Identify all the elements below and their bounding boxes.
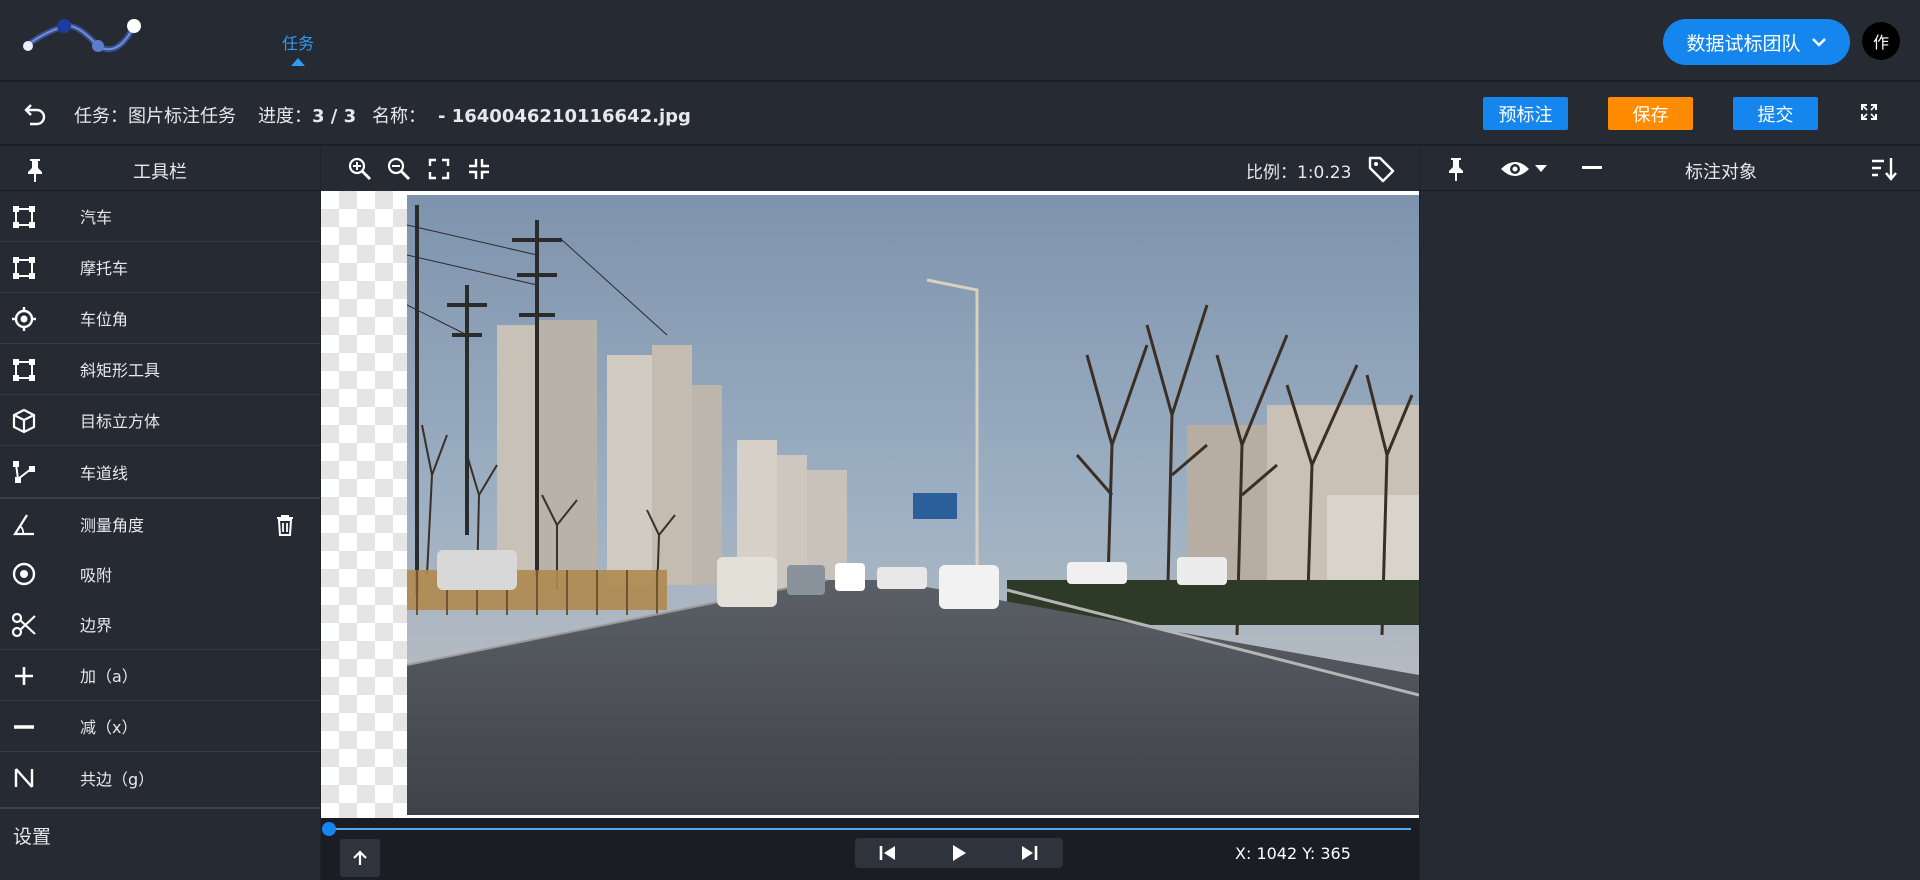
minus-icon (14, 725, 34, 729)
logo (23, 19, 141, 53)
tag-icon[interactable] (1366, 154, 1396, 184)
scroll-up-button[interactable] (340, 839, 380, 877)
task-info: 任务：图片标注任务 (74, 102, 236, 128)
annotation-objects-panel: 标注对象 (1420, 146, 1920, 880)
bounding-box-icon (13, 257, 35, 279)
plus-icon (15, 667, 33, 685)
fit-screen-icon[interactable] (426, 156, 452, 182)
tool-label: 车位角 (80, 310, 129, 329)
tool-add[interactable]: 加（a） (0, 650, 320, 701)
sort-icon[interactable] (1870, 156, 1898, 182)
chevron-down-icon (1811, 38, 1826, 47)
task-info-bar: 任务：图片标注任务 进度：3 / 3 名称： - 1640046210116642… (0, 82, 1920, 145)
tool-label: 车道线 (80, 463, 129, 483)
name-label: 名称： (372, 106, 426, 127)
fullscreen-expand-icon[interactable] (1859, 102, 1879, 122)
tool-label: 测量角度 (80, 515, 145, 535)
toolbar-panel: 工具栏 汽车 摩托车 车位角 斜矩形工具 目标立方体 车道线 测量角度 吸附 边… (0, 146, 320, 880)
tool-label: 减（x） (80, 718, 138, 737)
progress-info: 进度：3 / 3 (258, 102, 356, 128)
tool-subtract[interactable]: 减（x） (0, 701, 320, 752)
timeline-thumb[interactable] (322, 822, 336, 836)
actual-size-icon[interactable] (466, 156, 492, 182)
angle-icon (13, 514, 34, 536)
submit-button[interactable]: 提交 (1733, 97, 1818, 130)
arrow-up-icon (353, 850, 367, 865)
tool-label: 摩托车 (80, 259, 129, 278)
undo-back-icon[interactable] (22, 100, 48, 126)
tool-label: 目标立方体 (80, 412, 161, 431)
team-selector-label: 数据试标团队 (1686, 32, 1801, 55)
cursor-coordinates: X: 1042 Y: 365 (1235, 844, 1351, 863)
progress-value: 3 / 3 (312, 106, 357, 127)
image-canvas[interactable] (321, 191, 1419, 818)
toolbar-panel-title: 工具栏 (133, 162, 187, 183)
transparent-background (321, 191, 411, 818)
team-selector-button[interactable]: 数据试标团队 (1663, 19, 1850, 65)
avatar[interactable]: 作 (1862, 22, 1900, 60)
annotation-panel-title: 标注对象 (1685, 162, 1757, 183)
playback-controls (855, 838, 1063, 868)
tool-label: 吸附 (80, 565, 113, 585)
tool-shared-edge[interactable]: 共边（g） (0, 752, 320, 803)
top-bar: 任务 数据试标团队 作 (0, 0, 1920, 81)
toolbar-panel-header: 工具栏 (0, 146, 320, 191)
scissors-icon (11, 612, 36, 638)
tool-lane-line[interactable]: 车道线 (0, 446, 320, 497)
tool-snap[interactable]: 吸附 (0, 548, 320, 599)
tool-label: 加（a） (80, 667, 138, 686)
scale-value: 1:0.23 (1297, 163, 1352, 183)
pin-icon[interactable] (1445, 156, 1467, 182)
annotation-panel-header: 标注对象 (1420, 146, 1920, 191)
tool-measure-angle[interactable]: 测量角度 (0, 497, 320, 548)
tool-cuboid[interactable]: 目标立方体 (0, 395, 320, 446)
crosshair-icon (12, 307, 36, 331)
task-label: 任务： (74, 106, 128, 127)
progress-label: 进度： (258, 106, 312, 127)
zoom-in-icon[interactable] (347, 156, 373, 182)
tab-task[interactable]: 任务 (282, 30, 314, 54)
timeline-track[interactable] (329, 828, 1411, 830)
save-button[interactable]: 保存 (1608, 97, 1693, 130)
cube-icon (12, 408, 36, 434)
scale-label: 比例： (1246, 163, 1297, 183)
scale-readout: 比例：1:0.23 (1246, 158, 1351, 183)
tool-label: 汽车 (80, 208, 113, 227)
caret-down-icon[interactable] (1534, 164, 1548, 174)
target-icon (12, 562, 36, 586)
active-tab-indicator (291, 58, 305, 66)
skip-next-icon[interactable] (1019, 843, 1039, 863)
timeline-bar: X: 1042 Y: 365 (321, 818, 1419, 880)
file-name-info: 名称： - 1640046210116642.jpg (372, 102, 691, 128)
settings-link[interactable]: 设置 (13, 822, 51, 849)
tool-label: 斜矩形工具 (80, 361, 161, 380)
tool-motorcycle[interactable]: 摩托车 (0, 242, 320, 293)
zoom-out-icon[interactable] (386, 156, 412, 182)
tool-label: 共边（g） (80, 769, 155, 789)
tool-boundary[interactable]: 边界 (0, 599, 320, 650)
trash-icon[interactable] (275, 514, 295, 536)
tool-oblique-rect[interactable]: 斜矩形工具 (0, 344, 320, 395)
bounding-box-icon (13, 206, 35, 228)
tool-parking-corner[interactable]: 车位角 (0, 293, 320, 344)
visibility-eye-icon[interactable] (1500, 159, 1530, 179)
play-icon[interactable] (949, 843, 969, 863)
tool-car[interactable]: 汽车 (0, 191, 320, 242)
street-photo[interactable] (407, 195, 1419, 815)
tool-label: 边界 (80, 616, 113, 635)
bounding-box-icon (13, 359, 35, 381)
file-name-value: - 1640046210116642.jpg (438, 106, 691, 127)
divider (0, 807, 320, 809)
pre-label-button[interactable]: 预标注 (1483, 97, 1568, 130)
skip-previous-icon[interactable] (878, 843, 898, 863)
polyline-icon (13, 461, 35, 483)
shared-edge-icon (14, 768, 34, 788)
task-value: 图片标注任务 (128, 106, 236, 127)
collapse-minus-icon[interactable] (1582, 166, 1602, 170)
canvas-toolbar: 比例：1:0.23 (321, 146, 1419, 191)
